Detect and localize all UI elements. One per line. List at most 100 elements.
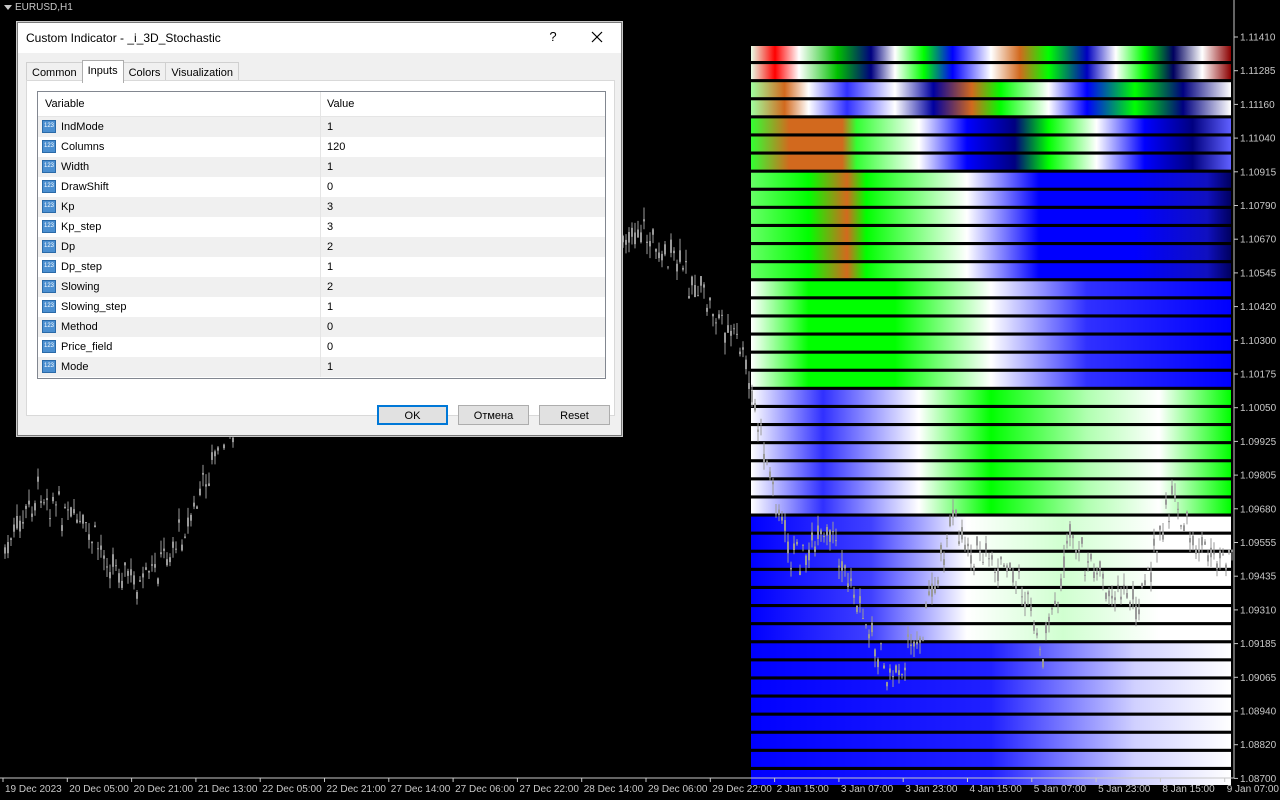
candle (736, 322, 738, 340)
table-row[interactable]: 123 Dp_step 1 (38, 257, 605, 277)
parameter-value[interactable]: 2 (327, 241, 333, 253)
candle (43, 499, 45, 506)
candle (721, 309, 723, 325)
dialog-titlebar[interactable]: Custom Indicator - _i_3D_Stochastic ? (18, 23, 621, 53)
parameter-value[interactable]: 0 (327, 181, 333, 193)
table-row[interactable]: 123 Kp 3 (38, 197, 605, 217)
parameter-value[interactable]: 3 (327, 221, 333, 233)
candle (40, 495, 42, 509)
parameter-name: Slowing (61, 281, 100, 293)
candle (208, 472, 210, 487)
cancel-button[interactable]: Отмена (458, 405, 529, 425)
candle (637, 220, 639, 238)
candle (691, 275, 693, 295)
table-row[interactable]: 123 Method 0 (38, 317, 605, 337)
parameter-name: Mode (61, 361, 89, 373)
candle (88, 523, 90, 549)
parameter-value[interactable]: 120 (327, 141, 345, 153)
candle (703, 282, 705, 299)
ok-button[interactable]: OK (377, 405, 448, 425)
column-header-value[interactable]: Value (327, 98, 354, 110)
table-row[interactable]: 123 Mode 1 (38, 357, 605, 377)
heatmap-band (751, 172, 1231, 188)
time-tick-label: 29 Dec 06:00 (648, 784, 708, 795)
table-row[interactable]: 123 Kp_step 3 (38, 217, 605, 237)
table-row[interactable]: 123 Slowing 2 (38, 277, 605, 297)
tab-inputs[interactable]: Inputs (81, 60, 124, 83)
candle (211, 444, 213, 465)
integer-type-icon: 123 (42, 300, 56, 313)
table-row[interactable]: 123 Width 1 (38, 157, 605, 177)
heatmap-band (751, 245, 1231, 261)
table-row[interactable]: 123 DrawShift 0 (38, 177, 605, 197)
heatmap-band (751, 661, 1231, 677)
heatmap-band (751, 317, 1231, 333)
heatmap-band (751, 607, 1231, 623)
time-tick-label: 3 Jan 23:00 (905, 784, 958, 795)
time-tick-label: 29 Dec 22:00 (712, 784, 772, 795)
table-row[interactable]: 123 IndMode 1 (38, 117, 605, 137)
time-tick-label: 5 Jan 23:00 (1098, 784, 1151, 795)
candle (718, 310, 720, 320)
parameter-value[interactable]: 2 (327, 281, 333, 293)
help-button[interactable]: ? (546, 29, 560, 45)
heatmap-band (751, 353, 1231, 369)
time-tick-label: 19 Dec 2023 (5, 784, 62, 795)
candle (181, 539, 183, 552)
time-tick-label: 27 Dec 14:00 (391, 784, 451, 795)
candle (1009, 562, 1011, 571)
time-tick-label: 3 Jan 07:00 (841, 784, 894, 795)
column-header-variable[interactable]: Variable (45, 98, 85, 110)
candle (205, 474, 207, 499)
candle (622, 234, 624, 248)
candle (163, 537, 165, 559)
price-tick-label: 1.08820 (1240, 740, 1277, 751)
integer-type-icon: 123 (42, 220, 56, 233)
heatmap-band (751, 408, 1231, 423)
candle (112, 547, 114, 575)
close-icon[interactable] (586, 27, 608, 47)
price-tick-label: 1.10790 (1240, 201, 1277, 212)
candle (685, 249, 687, 274)
candle (178, 508, 180, 532)
heatmap-band (751, 335, 1231, 351)
parameter-value[interactable]: 0 (327, 321, 333, 333)
candle (634, 222, 636, 249)
candle (727, 313, 729, 333)
time-tick-label: 20 Dec 05:00 (69, 784, 129, 795)
parameter-value[interactable]: 1 (327, 261, 333, 273)
parameter-value[interactable]: 0 (327, 341, 333, 353)
price-tick-label: 1.10670 (1240, 235, 1277, 246)
table-row[interactable]: 123 Dp 2 (38, 237, 605, 257)
candle (103, 549, 105, 571)
chart-menu-triangle-icon[interactable] (4, 5, 12, 10)
price-tick-label: 1.09065 (1240, 673, 1277, 684)
heatmap-band (751, 444, 1231, 460)
candle (70, 506, 72, 518)
candle (646, 234, 648, 255)
reset-button[interactable]: Reset (539, 405, 610, 425)
time-tick-label: 27 Dec 06:00 (455, 784, 515, 795)
chart-symbol-title[interactable]: EURUSD,H1 (4, 2, 73, 13)
candle (652, 227, 654, 244)
candle (712, 313, 714, 327)
table-row[interactable]: 123 Columns 120 (38, 137, 605, 157)
parameter-value[interactable]: 3 (327, 201, 333, 213)
candle (49, 509, 51, 527)
parameter-value[interactable]: 1 (327, 161, 333, 173)
parameter-value[interactable]: 1 (327, 301, 333, 313)
table-row[interactable]: 123 Slowing_step 1 (38, 297, 605, 317)
parameter-value[interactable]: 1 (327, 361, 333, 373)
heatmap-band (751, 697, 1231, 713)
candle (199, 481, 201, 497)
table-row[interactable]: 123 Price_field 0 (38, 337, 605, 357)
price-tick-label: 1.09925 (1240, 437, 1277, 448)
candle (661, 250, 663, 268)
parameter-value[interactable]: 1 (327, 121, 333, 133)
price-tick-label: 1.10915 (1240, 167, 1277, 178)
candle (223, 443, 225, 450)
candle (79, 511, 81, 524)
integer-type-icon: 123 (42, 240, 56, 253)
candle (643, 207, 645, 230)
integer-type-icon: 123 (42, 160, 56, 173)
